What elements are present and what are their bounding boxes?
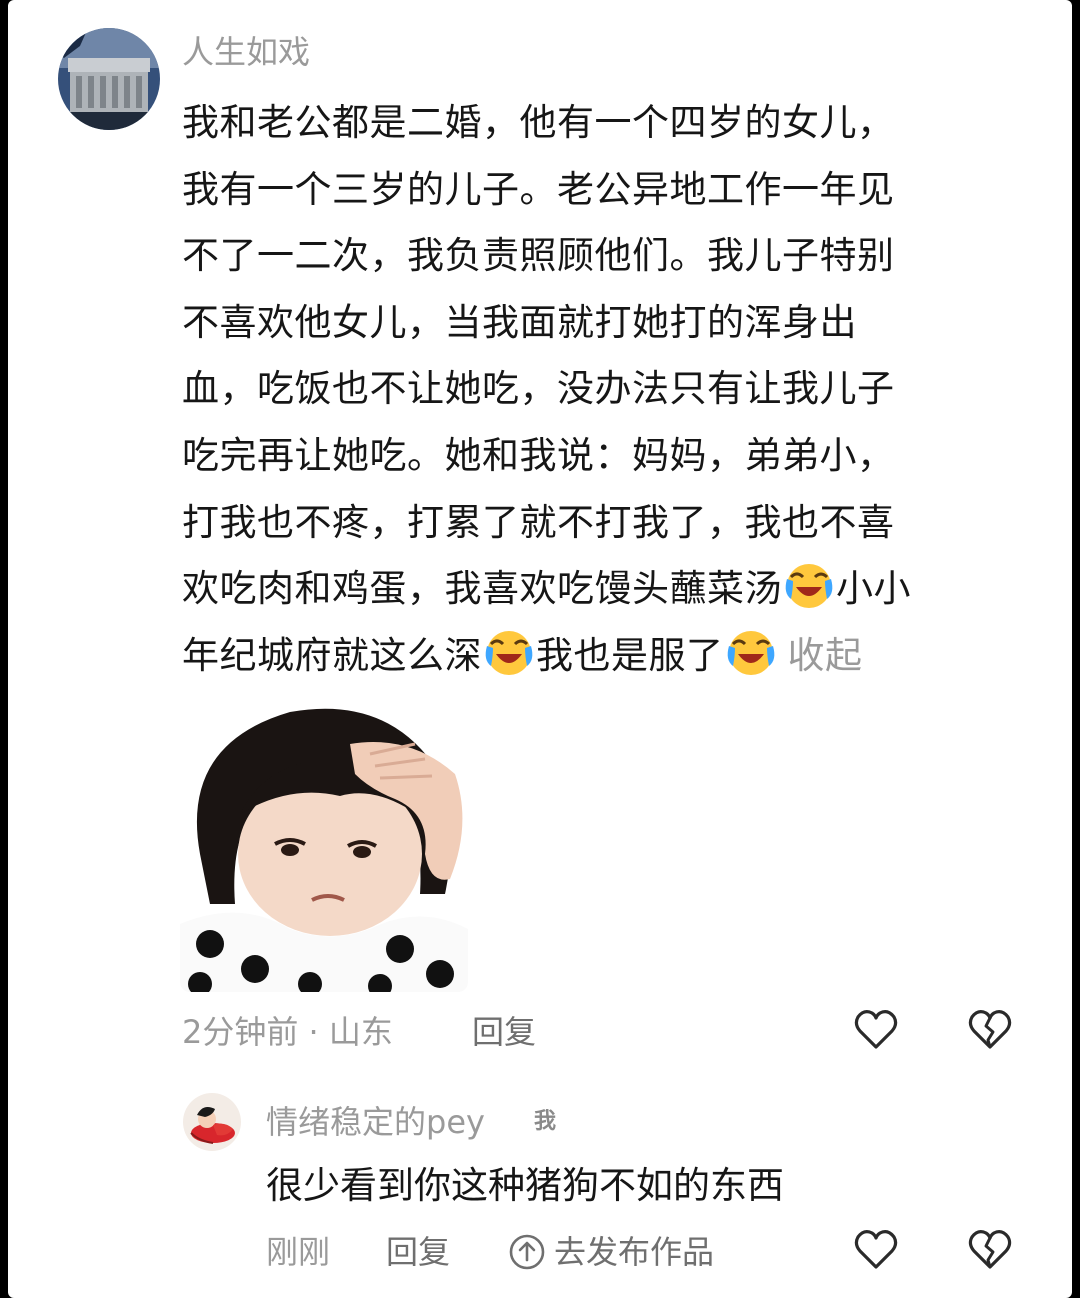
heart-icon <box>854 1010 898 1049</box>
reply-dislike-button[interactable] <box>966 1226 1014 1274</box>
broken-heart-icon <box>968 1010 1012 1049</box>
publish-button[interactable]: 去发布作品 <box>508 1232 714 1272</box>
reply-user-avatar[interactable] <box>183 1093 241 1151</box>
collapse-link[interactable]: 收起 <box>788 634 863 677</box>
comment-text: 我和老公都是二婚，他有一个四岁的女儿， 我有一个三岁的儿子。老公异地工作一年见 … <box>182 90 1022 689</box>
reply-username[interactable]: 情绪稳定的pey <box>266 1102 485 1142</box>
publish-label: 去发布作品 <box>554 1233 715 1271</box>
heart-icon <box>854 1230 898 1269</box>
reply-time: 刚刚 <box>266 1233 331 1271</box>
upload-arrow-icon <box>509 1234 545 1270</box>
reply-reply-button[interactable]: 回复 <box>386 1232 450 1272</box>
comment-line: 不喜欢他女儿，当我面就打她打的浑身出 <box>182 300 857 344</box>
building-avatar-icon <box>58 28 160 130</box>
broken-heart-icon <box>968 1230 1012 1269</box>
comment-username[interactable]: 人生如戏 <box>182 32 310 72</box>
comment-line: 我有一个三岁的儿子。老公异地工作一年见 <box>182 167 895 211</box>
me-badge: 我 <box>534 1109 557 1134</box>
comment-line: 不了一二次，我负责照顾他们。我儿子特别 <box>182 234 895 278</box>
comment-segment: 年纪城府就这么深 <box>182 633 482 677</box>
comment-screen: 人生如戏 我和老公都是二婚，他有一个四岁的女儿， 我有一个三岁的儿子。老公异地工… <box>8 0 1072 1298</box>
reply-text: 很少看到你这种猪狗不如的东西 <box>266 1164 784 1207</box>
comment-time-location: 2分钟前 · 山东 <box>182 1013 393 1051</box>
sad-girl-sticker-icon <box>180 704 468 992</box>
comment-line: 年纪城府就这么深 我也是服了 收起 <box>182 623 1022 690</box>
laughing-crying-emoji-icon <box>727 630 774 675</box>
reply-button[interactable]: 回复 <box>472 1012 536 1052</box>
comment-line: 打我也不疼，打累了就不打我了，我也不喜 <box>182 500 895 544</box>
reply-like-button[interactable] <box>852 1226 900 1274</box>
like-button[interactable] <box>852 1006 900 1054</box>
cartoon-avatar-icon <box>183 1093 241 1151</box>
laughing-crying-emoji-icon <box>485 630 533 675</box>
comment-line: 我和老公都是二婚，他有一个四岁的女儿， <box>182 101 895 144</box>
laughing-crying-emoji-icon <box>785 564 833 609</box>
dislike-button[interactable] <box>966 1006 1014 1054</box>
comment-segment: 小小 <box>836 567 911 611</box>
user-avatar[interactable] <box>58 28 160 130</box>
comment-line: 吃完再让她吃。她和我说：妈妈，弟弟小， <box>182 433 895 477</box>
comment-segment: 我也是服了 <box>536 633 724 677</box>
sad-girl-sticker[interactable] <box>180 704 468 992</box>
comment-line: 血，吃饭也不让她吃，没办法只有让我儿子 <box>182 367 895 411</box>
comment-segment: 欢吃肉和鸡蛋，我喜欢吃馒头蘸菜汤 <box>182 567 782 611</box>
comment-line: 欢吃肉和鸡蛋，我喜欢吃馒头蘸菜汤 小小 <box>182 556 1022 623</box>
